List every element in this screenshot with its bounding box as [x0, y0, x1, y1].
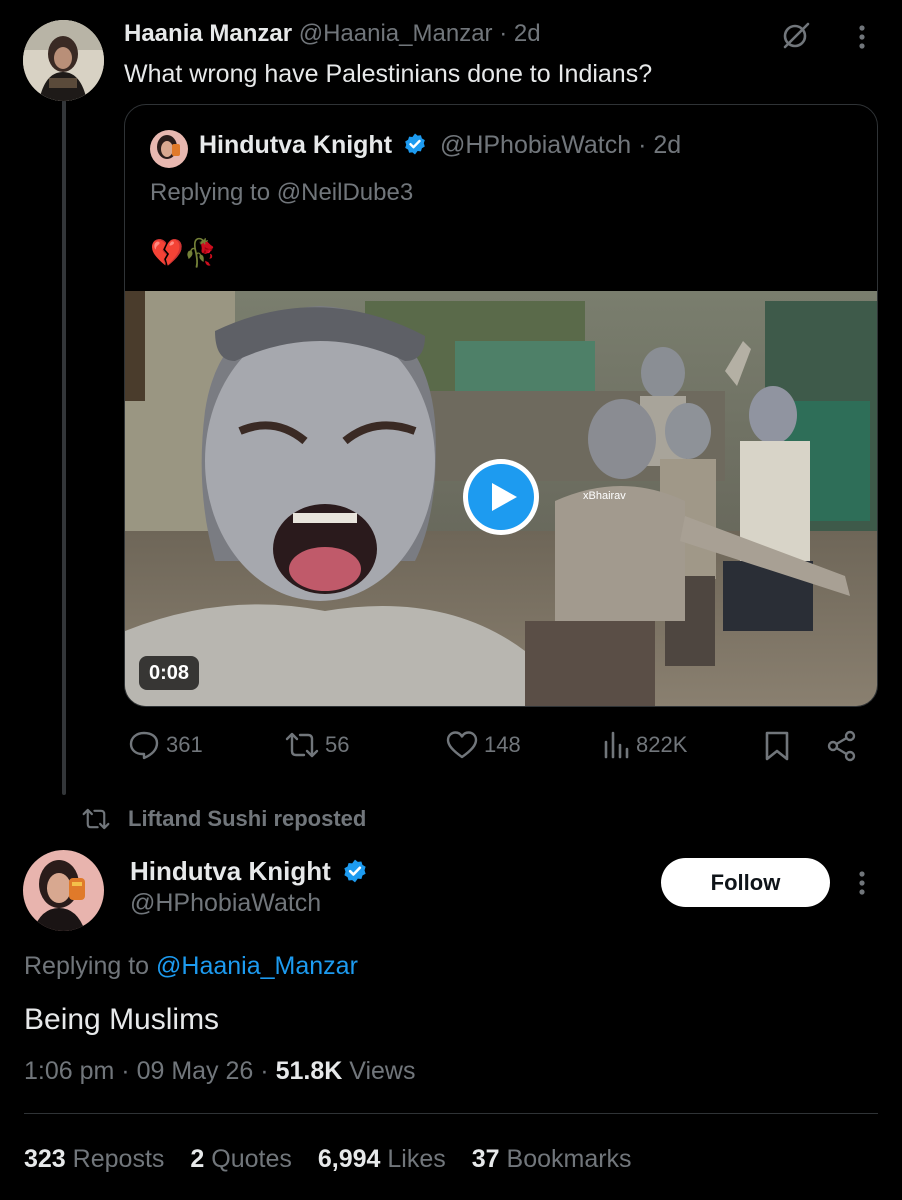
tweet1-header: Haania Manzar @Haania_Manzar · 2d [124, 20, 541, 48]
stat-reposts[interactable]: 323 Reposts [24, 1145, 164, 1174]
tweet2-replying-line: Replying to @Haania_Manzar [24, 952, 358, 981]
avatar-image [23, 20, 104, 101]
play-button-icon[interactable] [461, 457, 541, 537]
quoted-header: Hindutva Knight @HPhobiaWatch · 2d [199, 131, 681, 160]
views-icon [604, 731, 629, 759]
quoted-avatar-image [150, 130, 188, 168]
verified-badge-icon [344, 859, 366, 883]
tweet2-handle[interactable]: @HPhobiaWatch [130, 889, 321, 918]
stat-likes-label: Likes [387, 1145, 446, 1173]
tweet2-views-count: 51.8K [275, 1057, 343, 1085]
grok-icon[interactable] [780, 19, 812, 51]
repost-banner-text: Liftand Sushi reposted [128, 806, 367, 831]
stat-bookmarks-label: Bookmarks [506, 1145, 632, 1173]
repost-button[interactable]: 56 [285, 730, 349, 760]
reply-count: 361 [166, 732, 203, 757]
tweet2-time[interactable]: 1:06 pm [24, 1057, 114, 1085]
follow-button[interactable]: Follow [661, 858, 830, 907]
bookmark-icon[interactable] [764, 730, 790, 762]
tweet2-text: Being Muslims [24, 1003, 220, 1036]
views-button[interactable]: 822K [602, 730, 687, 760]
share-icon[interactable] [826, 730, 858, 762]
avatar-hindutva-knight[interactable] [23, 850, 104, 931]
reply-icon [129, 731, 159, 760]
tweet2-replying-prefix: Replying to [24, 952, 150, 980]
stat-reposts-label: Reposts [72, 1145, 165, 1173]
tweet1-text: What wrong have Palestinians done to Ind… [124, 60, 653, 88]
stat-reposts-count: 323 [24, 1145, 66, 1173]
video-duration: 0:08 [149, 661, 190, 684]
tweet2-author-name[interactable]: Hindutva Knight [130, 856, 331, 886]
more-icon[interactable] [852, 22, 872, 52]
video-player[interactable]: xBhairav 0:08 [125, 291, 877, 706]
stat-quotes-label: Quotes [211, 1145, 292, 1173]
reply-button[interactable]: 361 [128, 730, 203, 760]
avatar-haania[interactable] [23, 20, 104, 101]
stat-bookmarks[interactable]: 37 Bookmarks [472, 1145, 632, 1174]
video-duration-badge: 0:08 [139, 656, 200, 690]
stat-likes[interactable]: 6,994 Likes [318, 1145, 446, 1174]
tweet2-meta-line: 1:06 pm · 09 May 26 · 51.8K Views [24, 1057, 415, 1086]
like-button[interactable]: 148 [446, 730, 521, 760]
quoted-replying-to[interactable]: @NeilDube3 [277, 179, 413, 206]
tweet2-more-icon[interactable] [852, 868, 872, 898]
divider [24, 1113, 878, 1114]
stat-likes-count: 6,994 [317, 1145, 381, 1173]
quoted-author-name: Hindutva Knight [199, 131, 393, 159]
repost-icon [285, 732, 319, 758]
quoted-tweet-card[interactable]: Hindutva Knight @HPhobiaWatch · 2d Reply… [124, 104, 878, 707]
tweet1-handle-time[interactable]: @Haania_Manzar · 2d [299, 20, 541, 47]
meta-separator: · [121, 1057, 130, 1085]
thread-line [62, 100, 66, 795]
like-count: 148 [484, 732, 521, 757]
stat-quotes[interactable]: 2 Quotes [190, 1145, 291, 1174]
meta-separator: · [260, 1057, 269, 1085]
verified-badge-icon [405, 133, 425, 155]
tweet2-author-line: Hindutva Knight [130, 856, 368, 887]
quoted-handle-time: @HPhobiaWatch · 2d [439, 131, 682, 159]
tweet2-views-label: Views [349, 1057, 416, 1085]
stat-bookmarks-count: 37 [471, 1145, 500, 1173]
repost-count: 56 [325, 732, 350, 757]
engagement-stats: 323 Reposts 2 Quotes 6,994 Likes 37 Book… [24, 1145, 632, 1174]
repost-banner-icon [82, 808, 110, 830]
stat-quotes-count: 2 [190, 1145, 205, 1173]
tweet2-replying-to-link[interactable]: @Haania_Manzar [156, 952, 358, 980]
video-watermark: xBhairav [583, 490, 626, 502]
repost-banner[interactable]: Liftand Sushi reposted [82, 806, 366, 832]
tweet2-date[interactable]: 09 May 26 [137, 1057, 254, 1085]
quoted-avatar [150, 130, 188, 168]
heart-icon [446, 731, 478, 759]
quoted-emoji-text: 💔🥀 [150, 238, 218, 268]
tweet1-author-name[interactable]: Haania Manzar [124, 20, 292, 47]
views-count: 822K [636, 732, 688, 757]
avatar-image [23, 850, 104, 931]
quoted-replying-line: Replying to @NeilDube3 [150, 179, 413, 207]
quoted-replying-prefix: Replying to [150, 179, 271, 206]
